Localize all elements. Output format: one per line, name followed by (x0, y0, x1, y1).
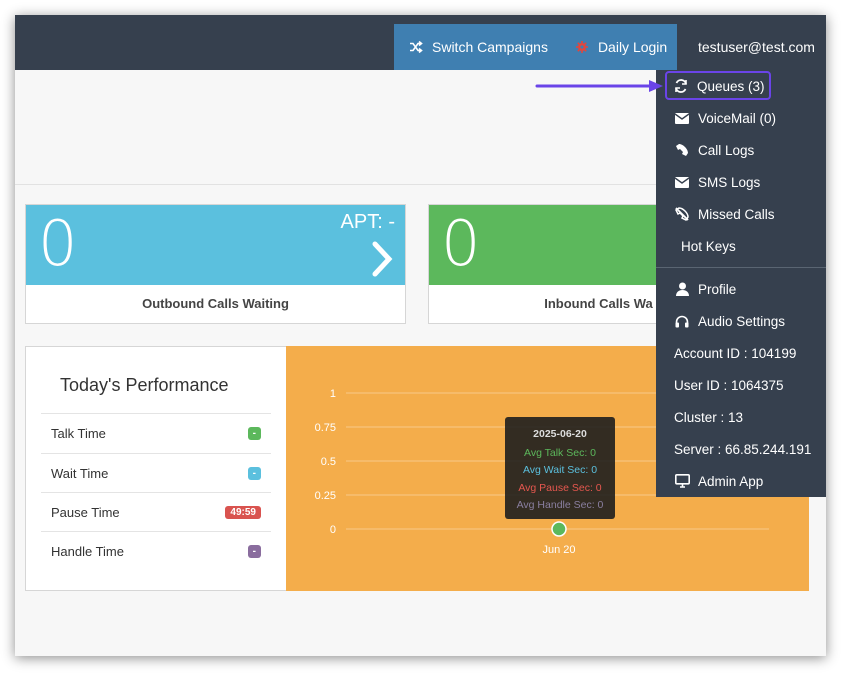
y-tick-label: 1 (330, 388, 336, 400)
apt-value: APT: - (340, 211, 395, 233)
menu-item-user-id: User ID : 1064375 (656, 369, 826, 401)
y-tick-label: 0.75 (315, 422, 336, 434)
perf-row-handle: Handle Time - (41, 531, 271, 570)
y-tick-label: 0 (330, 524, 336, 536)
menu-label: Server : 66.85.244.191 (674, 441, 812, 457)
data-point-avg-talk-sec[interactable] (551, 521, 567, 537)
monitor-icon (674, 473, 690, 489)
perf-row-pause: Pause Time 49:59 (41, 492, 271, 531)
menu-label: SMS Logs (698, 174, 761, 190)
menu-divider (656, 267, 826, 268)
y-tick-label: 0.5 (321, 456, 336, 468)
menu-item-audio-settings[interactable]: Audio Settings (656, 305, 826, 337)
envelope-icon (674, 174, 690, 190)
menu-item-admin-app[interactable]: Admin App (656, 465, 826, 497)
menu-label: Hot Keys (681, 238, 736, 254)
menu-label: Call Logs (698, 142, 755, 158)
perf-label: Talk Time (51, 425, 106, 441)
menu-item-call-logs[interactable]: Call Logs (656, 134, 826, 166)
perf-row-wait: Wait Time - (41, 453, 271, 492)
user-dropdown-menu: Queues (3) VoiceMail (0) Call Logs SMS L… (656, 70, 826, 497)
menu-item-server: Server : 66.85.244.191 (656, 433, 826, 465)
user-menu-button[interactable]: testuser@test.com (677, 24, 826, 70)
switch-campaigns-button[interactable]: Switch Campaigns (408, 39, 548, 55)
performance-panel: Today's Performance Talk Time - Wait Tim… (25, 346, 286, 591)
daily-login-label: Daily Login (597, 39, 668, 55)
menu-item-sms-logs[interactable]: SMS Logs (656, 166, 826, 198)
menu-item-missed-calls[interactable]: Missed Calls (656, 198, 826, 230)
perf-row-talk: Talk Time - (41, 413, 271, 452)
menu-label: Cluster : 13 (674, 409, 744, 425)
tooltip-line-wait: Avg Wait Sec: 0 (522, 464, 598, 476)
status-badge: 49:59 (225, 505, 261, 519)
user-email: testuser@test.com (698, 39, 815, 55)
performance-title: Today's Performance (60, 375, 229, 395)
inbound-count: 0 (441, 207, 481, 280)
phone-icon (674, 142, 690, 158)
menu-label: Profile (698, 281, 737, 297)
menu-item-hot-keys[interactable]: Hot Keys (656, 230, 826, 262)
menu-item-account-id: Account ID : 104199 (656, 337, 826, 369)
user-icon (674, 281, 690, 297)
status-badge: - (247, 544, 261, 558)
status-badge: - (247, 426, 261, 440)
shuffle-icon (408, 39, 424, 55)
menu-label: Admin App (698, 473, 764, 489)
perf-label: Handle Time (51, 543, 124, 559)
menu-label: User ID : 1064375 (674, 377, 784, 393)
outbound-calls-card[interactable]: 0 APT: - Outbound Calls Waiting (25, 204, 406, 324)
menu-label: VoiceMail (0) (698, 110, 777, 126)
daily-login-button[interactable]: Daily Login (574, 39, 667, 55)
perf-label: Wait Time (51, 465, 109, 481)
nav-group: Switch Campaigns Daily Login (394, 24, 677, 70)
envelope-icon (674, 110, 690, 126)
top-navbar: Switch Campaigns Daily Login testuser@te… (15, 15, 826, 70)
chevron-right-icon[interactable] (371, 241, 393, 282)
menu-item-profile[interactable]: Profile (656, 273, 826, 305)
switch-campaigns-label: Switch Campaigns (432, 39, 548, 55)
outbound-card-label: Outbound Calls Waiting (142, 296, 289, 311)
outbound-card-top: 0 APT: - (26, 205, 405, 285)
menu-label: Missed Calls (698, 206, 775, 222)
queues-highlight-box (665, 71, 771, 100)
chart-tooltip: 2025-06-20 Avg Talk Sec: 0 Avg Wait Sec:… (505, 417, 615, 519)
menu-label: Audio Settings (698, 313, 786, 329)
missed-call-icon (674, 206, 690, 222)
tooltip-line-talk: Avg Talk Sec: 0 (524, 446, 596, 459)
app-window: Switch Campaigns Daily Login testuser@te… (15, 15, 826, 656)
tooltip-line-handle: Avg Handle Sec: 0 (516, 499, 604, 511)
tooltip-line-pause: Avg Pause Sec: 0 (518, 481, 602, 494)
menu-label: Account ID : 104199 (674, 345, 797, 361)
menu-item-cluster: Cluster : 13 (656, 401, 826, 433)
tooltip-title: 2025-06-20 (533, 428, 587, 440)
headphones-icon (674, 313, 690, 329)
perf-label: Pause Time (51, 504, 120, 520)
menu-item-voicemail[interactable]: VoiceMail (0) (656, 102, 826, 134)
outbound-count: 0 (38, 207, 78, 280)
y-tick-label: 0.25 (315, 490, 336, 502)
status-badge: - (247, 466, 261, 480)
x-tick-label: Jun 20 (542, 544, 575, 556)
annotation-arrow-icon (535, 80, 663, 92)
gear-icon (574, 39, 590, 55)
